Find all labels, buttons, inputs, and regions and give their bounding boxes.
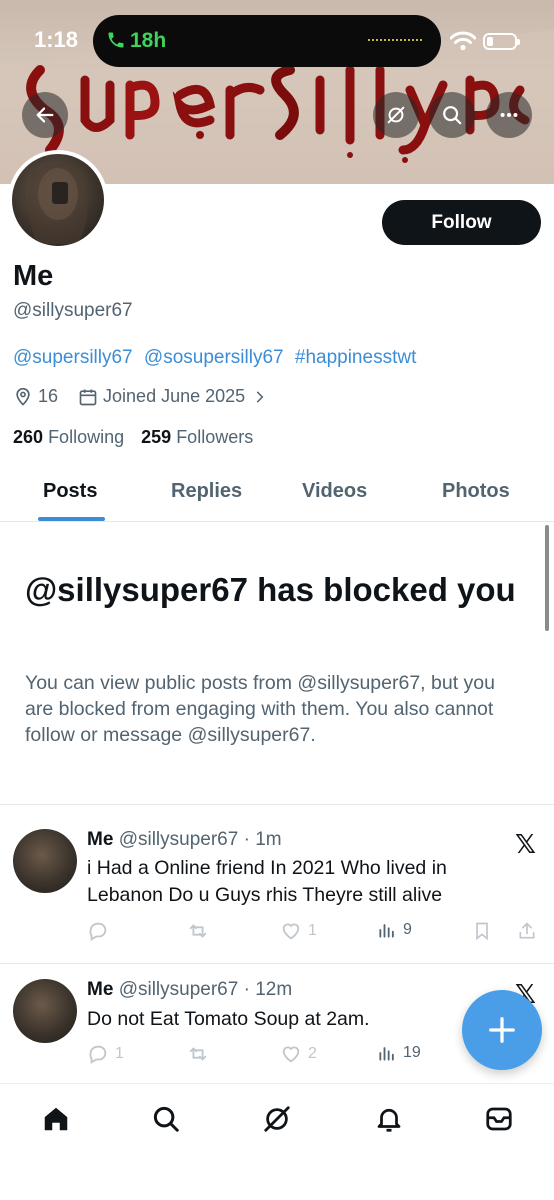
bookmark-button[interactable] (472, 920, 492, 942)
location-icon (16, 387, 30, 406)
x-logo-icon: 𝕏 (515, 829, 536, 859)
avatar-image (28, 164, 88, 244)
nav-notifications[interactable] (371, 1101, 407, 1137)
views-button[interactable]: 19 (377, 1043, 421, 1063)
tab-replies[interactable]: Replies (171, 480, 242, 503)
divider (0, 963, 554, 964)
nav-messages[interactable] (481, 1101, 517, 1137)
reply-button[interactable]: 1 (87, 1043, 124, 1065)
profile-bio: @supersilly67 @sosupersilly67 #happiness… (13, 347, 422, 369)
profile-avatar[interactable] (8, 150, 108, 250)
post-avatar[interactable] (13, 829, 77, 893)
nav-home[interactable] (38, 1101, 74, 1137)
post-text: Do not Eat Tomato Soup at 2am. (87, 1008, 370, 1030)
bookmark-icon (476, 922, 488, 941)
post-header: Me @sillysuper67 · 12m (87, 979, 293, 1000)
divider (0, 804, 554, 805)
heart-icon (282, 923, 300, 940)
wifi-icon (450, 31, 476, 51)
bottom-nav (0, 1083, 554, 1200)
grok-icon (387, 106, 405, 124)
scrollbar[interactable] (545, 525, 549, 631)
grok-icon (264, 1106, 290, 1132)
audio-wave (368, 39, 424, 41)
joined-date[interactable]: Joined June 2025 (103, 386, 245, 407)
location-text: 16 (38, 386, 59, 406)
bio-link-mention[interactable]: @supersilly67 (13, 347, 133, 368)
battery-icon (483, 33, 520, 50)
blocked-title: @sillysuper67 has blocked you (25, 571, 516, 608)
calendar-icon (79, 389, 97, 405)
more-icon (500, 112, 518, 118)
post-item[interactable]: Me @sillysuper67 · 1m 𝕏 i Had a Online f… (0, 829, 554, 959)
tab-videos[interactable]: Videos (302, 480, 367, 503)
post-header: Me @sillysuper67 · 1m (87, 829, 282, 850)
blocked-text: You can view public posts from @sillysup… (25, 672, 495, 746)
follow-button[interactable]: Follow (382, 200, 541, 245)
views-icon (379, 924, 394, 938)
heart-icon (282, 1046, 300, 1063)
reply-icon (89, 922, 107, 941)
profile-tabs: Posts Replies Videos Photos (0, 466, 554, 522)
reply-button[interactable] (87, 920, 115, 942)
compose-post-button[interactable] (462, 990, 542, 1070)
bio-link-mention[interactable]: @sosupersilly67 (144, 347, 284, 368)
grok-button[interactable] (373, 92, 419, 138)
post-avatar[interactable] (13, 979, 77, 1043)
phone-icon (108, 32, 124, 48)
profile-meta: 16 Joined June 2025 (13, 386, 267, 407)
views-button[interactable]: 9 (377, 920, 412, 940)
followers-link[interactable]: 259 Followers (141, 427, 253, 447)
nav-grok[interactable] (259, 1101, 295, 1137)
following-link[interactable]: 260 Following (13, 427, 124, 447)
profile-handle: @sillysuper67 (13, 300, 133, 321)
repost-icon (189, 924, 207, 938)
search-icon (443, 106, 462, 125)
like-button[interactable]: 2 (280, 1043, 317, 1065)
follow-counts: 260 Following 259 Followers (13, 427, 253, 448)
plus-icon (489, 1017, 515, 1043)
post-text: i Had a Online friend In 2021 Who lived … (87, 857, 447, 906)
search-button[interactable] (429, 92, 475, 138)
share-icon (519, 922, 535, 939)
back-button[interactable] (22, 92, 68, 138)
share-button[interactable] (517, 920, 537, 942)
repost-button[interactable] (187, 920, 215, 942)
post-actions: 1 9 (87, 920, 547, 944)
reply-icon (89, 1045, 107, 1064)
tab-photos[interactable]: Photos (442, 480, 510, 503)
call-duration: 18h (130, 29, 167, 52)
nav-search[interactable] (148, 1101, 184, 1137)
messages-icon (486, 1107, 512, 1131)
arrow-left-icon (36, 107, 54, 123)
notifications-icon (377, 1108, 401, 1132)
chevron-right-icon[interactable] (253, 390, 267, 404)
display-name: Me (13, 260, 54, 292)
repost-button[interactable] (187, 1043, 215, 1065)
views-icon (379, 1047, 394, 1061)
more-button[interactable] (486, 92, 532, 138)
status-time: 1:18 (34, 27, 79, 52)
like-button[interactable]: 1 (280, 920, 317, 942)
home-icon (44, 1107, 68, 1131)
bio-link-hashtag[interactable]: #happinesstwt (295, 347, 416, 368)
search-icon (153, 1106, 179, 1132)
repost-icon (189, 1047, 207, 1061)
active-tab-indicator (38, 517, 105, 521)
tab-posts[interactable]: Posts (43, 480, 97, 503)
